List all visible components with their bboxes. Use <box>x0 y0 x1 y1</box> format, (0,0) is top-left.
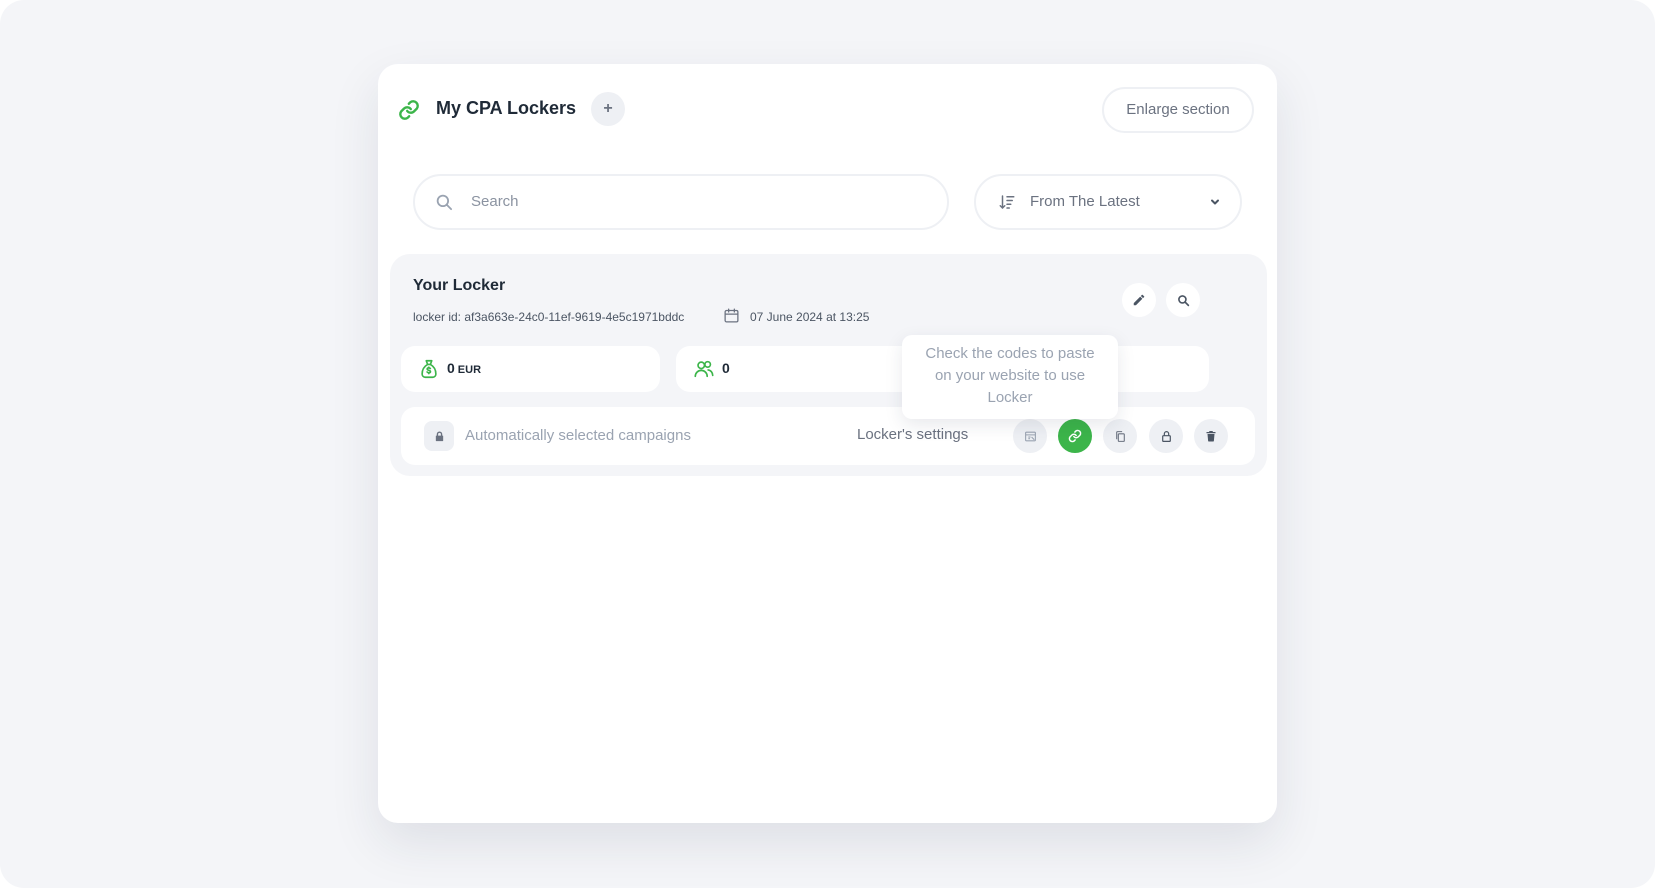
sort-label: From The Latest <box>1030 193 1140 210</box>
calendar-icon <box>724 308 739 323</box>
sort-icon <box>999 195 1015 210</box>
search-icon <box>1177 294 1189 306</box>
earnings-unit: EUR <box>457 364 482 376</box>
earnings-stat: 0 EUR <box>401 346 660 392</box>
trash-icon <box>1206 431 1216 442</box>
locker-card: Your Locker locker id: af3a663e-24c0-11e… <box>390 254 1267 476</box>
locker-campaigns-row: Automatically selected campaigns Locker'… <box>401 407 1255 465</box>
preview-icon <box>1024 431 1036 441</box>
earnings-value: 0 <box>447 360 455 376</box>
edit-locker-button[interactable] <box>1122 283 1156 317</box>
page-background: My CPA Lockers + Enlarge section Search … <box>0 0 1655 888</box>
code-tooltip: Check the codes to paste on your website… <box>902 335 1118 419</box>
lock-icon <box>1161 430 1171 442</box>
money-bag-icon <box>421 359 437 379</box>
copy-button[interactable] <box>1103 419 1137 453</box>
search-input[interactable]: Search <box>413 174 949 230</box>
visitors-value: 0 <box>722 360 730 376</box>
delete-button[interactable] <box>1194 419 1228 453</box>
link-icon <box>1068 429 1082 443</box>
campaigns-label: Automatically selected campaigns <box>465 427 691 444</box>
search-icon <box>436 194 453 211</box>
users-icon <box>694 360 714 378</box>
preview-button[interactable] <box>1013 419 1047 453</box>
locker-name: Your Locker <box>413 277 506 294</box>
add-locker-button[interactable]: + <box>591 92 625 126</box>
sort-dropdown[interactable]: From The Latest <box>974 174 1242 230</box>
pencil-icon <box>1133 294 1145 306</box>
page-title: My CPA Lockers <box>436 98 577 118</box>
copy-icon <box>1115 430 1125 442</box>
lock-button[interactable] <box>1149 419 1183 453</box>
locker-settings-label[interactable]: Locker's settings <box>857 426 968 443</box>
link-icon <box>399 100 419 120</box>
locker-code-button[interactable] <box>1058 419 1092 453</box>
lock-icon <box>435 430 443 441</box>
locker-date: 07 June 2024 at 13:25 <box>750 310 870 324</box>
enlarge-section-button[interactable]: Enlarge section <box>1102 87 1254 133</box>
search-placeholder: Search <box>471 193 519 210</box>
locker-id: locker id: af3a663e-24c0-11ef-9619-4e5c1… <box>413 310 685 324</box>
campaigns-lock-badge <box>424 421 454 451</box>
search-locker-button[interactable] <box>1166 283 1200 317</box>
chevron-down-icon <box>1211 199 1219 205</box>
lockers-panel: My CPA Lockers + Enlarge section Search … <box>378 64 1277 823</box>
